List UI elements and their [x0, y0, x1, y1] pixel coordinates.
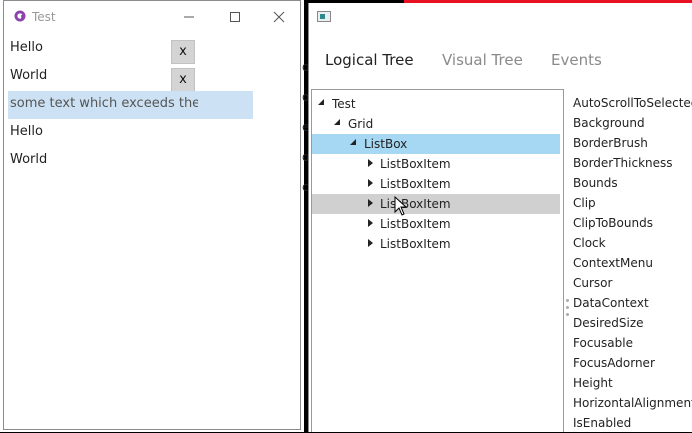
property-name[interactable]: IsEnabled	[573, 413, 692, 433]
tree-node-label: ListBoxItem	[380, 237, 451, 251]
tree-node[interactable]: ListBoxItem	[316, 154, 563, 174]
list-item-selected[interactable]: some text which exceeds the width of the…	[8, 91, 253, 119]
collapsed-arrow-icon[interactable]	[368, 179, 373, 187]
list-item[interactable]: Hello	[5, 119, 255, 147]
property-name[interactable]: BorderBrush	[573, 133, 692, 153]
property-name[interactable]: ClipToBounds	[573, 213, 692, 233]
grid-splitter[interactable]	[566, 299, 569, 321]
tree-node-hover[interactable]: ListBoxItem	[312, 194, 560, 214]
collapsed-arrow-icon[interactable]	[368, 239, 373, 247]
test-window: Test Hello x World x some text which exc…	[3, 0, 301, 430]
logical-tree-view[interactable]: Test Grid ListBox ListBoxItem ListBoxIte…	[311, 89, 564, 432]
tree-node-label: ListBoxItem	[380, 157, 451, 171]
list-item[interactable]: Hello x	[5, 35, 255, 64]
tree-node-label: ListBoxItem	[380, 177, 451, 191]
maximize-button[interactable]	[212, 1, 258, 33]
tree-node-label: Grid	[348, 117, 374, 131]
property-name[interactable]: HorizontalAlignment	[573, 393, 692, 413]
expanded-arrow-icon[interactable]	[350, 139, 356, 145]
close-button[interactable]	[256, 1, 302, 33]
property-name[interactable]: Background	[573, 113, 692, 133]
list-item-text: World	[10, 68, 48, 83]
list-item[interactable]: World x	[5, 63, 255, 92]
tree-node-selected[interactable]: ListBox	[312, 134, 560, 154]
property-name[interactable]: Height	[573, 373, 692, 393]
collapsed-arrow-icon[interactable]	[368, 159, 373, 167]
properties-list[interactable]: AutoScrollToSelectedItem Background Bord…	[573, 93, 692, 433]
minimize-icon	[184, 16, 194, 18]
tab-events[interactable]: Events	[551, 51, 602, 69]
property-name[interactable]: FocusAdorner	[573, 353, 692, 373]
property-name[interactable]: ContextMenu	[573, 253, 692, 273]
property-name[interactable]: Clip	[573, 193, 692, 213]
remove-item-button[interactable]: x	[171, 68, 195, 92]
tree-node-label: ListBoxItem	[380, 197, 451, 211]
list-item-text: Hello	[10, 40, 43, 55]
remove-item-button[interactable]: x	[171, 40, 195, 64]
tree-node[interactable]: ListBoxItem	[316, 214, 563, 234]
list-item-text: Hello	[10, 124, 43, 139]
tree-node-label: ListBoxItem	[380, 217, 451, 231]
window-title: Test	[32, 10, 56, 24]
maximize-icon	[230, 12, 240, 22]
list-item-text: World	[10, 152, 48, 167]
tree-node[interactable]: Grid	[316, 114, 563, 134]
property-name[interactable]: DesiredSize	[573, 313, 692, 333]
collapsed-arrow-icon[interactable]	[368, 199, 373, 207]
property-name[interactable]: DataContext	[573, 293, 692, 313]
tree-node[interactable]: Test	[316, 94, 563, 114]
devtools-window: Logical Tree Visual Tree Events Test Gri…	[308, 3, 692, 432]
property-name[interactable]: Bounds	[573, 173, 692, 193]
property-name[interactable]: AutoScrollToSelectedItem	[573, 93, 692, 113]
tree-node-label: Test	[332, 97, 356, 111]
title-bar[interactable]: Test	[4, 1, 300, 33]
property-name[interactable]: BorderThickness	[573, 153, 692, 173]
tree-node[interactable]: ListBoxItem	[316, 174, 563, 194]
collapsed-arrow-icon[interactable]	[368, 219, 373, 227]
tab-visual-tree[interactable]: Visual Tree	[442, 51, 523, 69]
expanded-arrow-icon[interactable]	[334, 119, 340, 125]
property-name[interactable]: Focusable	[573, 333, 692, 353]
tree-node-label: ListBox	[364, 137, 408, 151]
list-item[interactable]: World	[5, 147, 255, 175]
listbox[interactable]: Hello x World x some text which exceeds …	[5, 35, 255, 175]
close-icon	[273, 11, 285, 23]
property-name[interactable]: Cursor	[573, 273, 692, 293]
list-item-text: some text which exceeds the width of the…	[10, 96, 198, 111]
expanded-arrow-icon[interactable]	[318, 99, 324, 105]
property-name[interactable]: Clock	[573, 233, 692, 253]
avalonia-logo-icon	[14, 10, 26, 22]
minimize-button[interactable]	[166, 1, 212, 33]
tree-node[interactable]: ListBoxItem	[316, 234, 563, 254]
mouse-pointer-icon	[394, 196, 408, 216]
tab-logical-tree[interactable]: Logical Tree	[325, 51, 414, 69]
devtools-window-icon	[317, 11, 331, 22]
